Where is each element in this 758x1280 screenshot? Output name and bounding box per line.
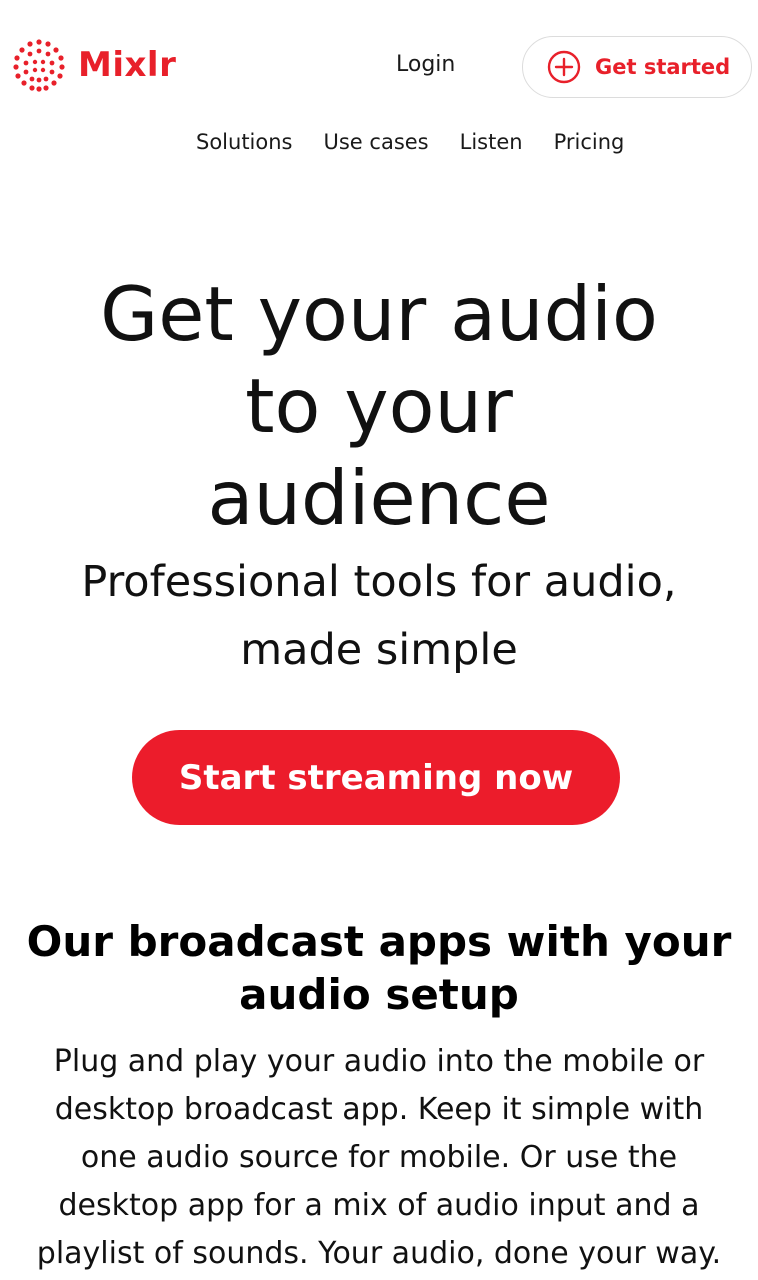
- nav-item-use-cases[interactable]: Use cases: [324, 130, 429, 154]
- site-header: Mixlr Login Get started Solutions Use ca…: [0, 0, 758, 154]
- section-body-line: one audio source for mobile. Or use the: [80, 1140, 678, 1175]
- hero-subtitle-line: made simple: [240, 625, 518, 675]
- logo-text: Mixlr: [78, 45, 177, 85]
- login-link[interactable]: Login: [396, 52, 455, 77]
- nav-item-pricing[interactable]: Pricing: [554, 130, 625, 154]
- hero-subtitle-line: Professional tools for audio,: [81, 557, 677, 607]
- plus-circle-icon: [547, 50, 581, 84]
- section-body-line: Plug and play your audio into the mobile…: [53, 1044, 705, 1079]
- hero-title-line: Get your audio: [100, 270, 658, 358]
- hero-title-line: to your: [245, 362, 513, 450]
- mixlr-logo[interactable]: Mixlr: [12, 38, 176, 92]
- section-body-line: desktop app for a mix of audio input and…: [58, 1188, 700, 1223]
- mixlr-dot-logo-icon: [13, 39, 65, 92]
- nav-item-solutions[interactable]: Solutions: [196, 130, 293, 154]
- hero-subtitle: Professional tools for audio, made simpl…: [0, 548, 758, 684]
- section-title-line: audio setup: [239, 970, 519, 1019]
- section-body: Plug and play your audio into the mobile…: [8, 1038, 750, 1278]
- get-started-button[interactable]: Get started: [522, 36, 752, 98]
- start-streaming-button[interactable]: Start streaming now: [132, 730, 620, 825]
- hero-title-line: audience: [207, 454, 551, 542]
- section-title: Our broadcast apps with your audio setup: [0, 915, 758, 1021]
- section-body-line: desktop broadcast app. Keep it simple wi…: [54, 1092, 704, 1127]
- section-body-line: playlist of sounds. Your audio, done you…: [36, 1236, 722, 1271]
- get-started-label: Get started: [595, 55, 731, 79]
- nav-item-listen[interactable]: Listen: [460, 130, 523, 154]
- hero-title: Get your audio to your audience: [0, 268, 758, 544]
- main-nav: Solutions Use cases Listen Pricing: [196, 130, 655, 154]
- section-title-line: Our broadcast apps with your: [26, 917, 732, 966]
